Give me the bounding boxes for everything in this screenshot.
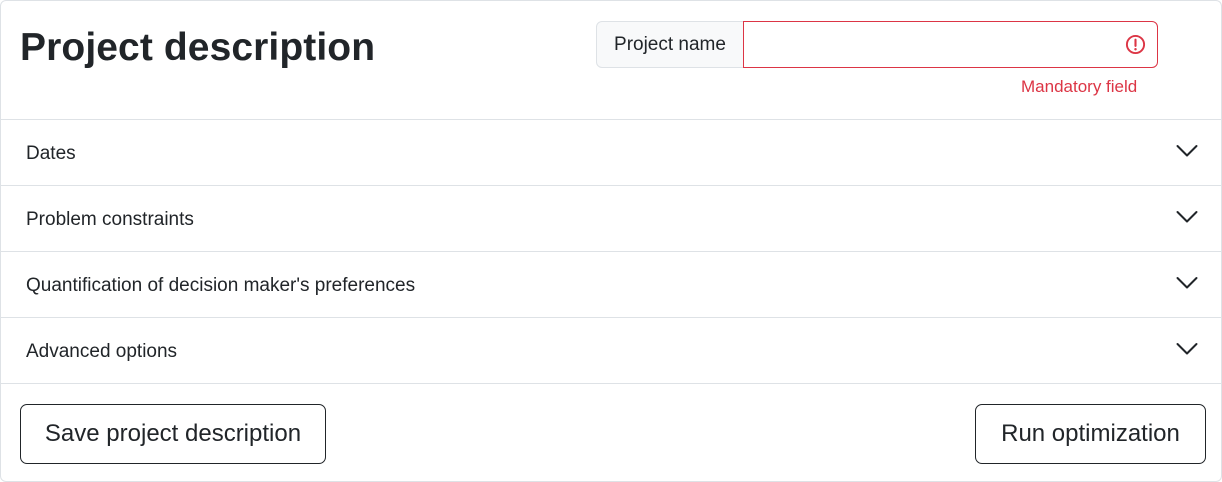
accordion-item-dates[interactable]: Dates [1,120,1222,186]
project-name-input[interactable] [743,21,1158,68]
exclamation-circle-icon [1125,34,1146,55]
chevron-down-icon [1176,211,1198,223]
run-optimization-button[interactable]: Run optimization [975,404,1206,464]
chevron-down-icon [1176,343,1198,355]
project-name-group: Project name [596,21,1158,68]
accordion-item-label: Advanced options [26,341,178,362]
accordion-item-label: Dates [26,143,76,164]
save-project-button[interactable]: Save project description [20,404,326,464]
project-name-label: Project name [596,21,744,68]
page-title: Project description [20,26,376,69]
settings-accordion: Dates Problem constraints Quantification… [1,119,1222,384]
project-description-card: Project description Project name Mandato… [0,0,1222,482]
accordion-item-label: Problem constraints [26,209,194,230]
chevron-down-icon [1176,277,1198,289]
accordion-item-advanced-options[interactable]: Advanced options [1,318,1222,384]
accordion-item-problem-constraints[interactable]: Problem constraints [1,186,1222,252]
project-name-error: Mandatory field [1021,77,1138,96]
accordion-item-label: Quantification of decision maker's prefe… [26,275,416,296]
chevron-down-icon [1176,145,1198,157]
accordion-item-preferences[interactable]: Quantification of decision maker's prefe… [1,252,1222,318]
